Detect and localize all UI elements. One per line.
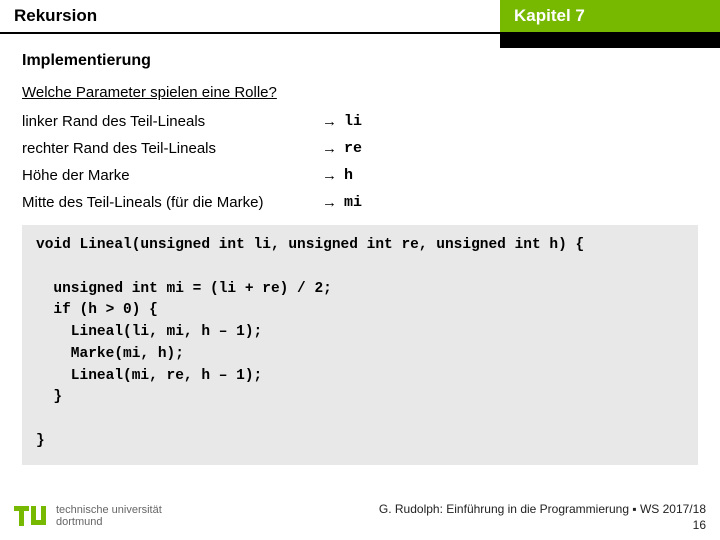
param-row: Mitte des Teil-Lineals (für die Marke) →… <box>22 194 698 211</box>
param-desc: rechter Rand des Teil-Lineals <box>22 140 322 157</box>
tu-logo-icon <box>14 502 48 532</box>
param-desc: linker Rand des Teil-Lineals <box>22 113 322 130</box>
param-desc: Mitte des Teil-Lineals (für die Marke) <box>22 194 322 211</box>
param-var: h <box>344 167 353 184</box>
param-desc: Höhe der Marke <box>22 167 322 184</box>
header-chapter: Kapitel 7 <box>500 0 720 34</box>
header: Rekursion Kapitel 7 <box>0 0 720 34</box>
header-accent-bar <box>500 34 720 48</box>
param-row: rechter Rand des Teil-Lineals → re <box>22 140 698 157</box>
code-block: void Lineal(unsigned int li, unsigned in… <box>22 225 698 465</box>
credit: G. Rudolph: Einführung in die Programmie… <box>379 501 706 533</box>
university-logo: technische universität dortmund <box>14 502 162 532</box>
slide: Rekursion Kapitel 7 Implementierung Welc… <box>0 0 720 540</box>
param-var: re <box>344 140 362 157</box>
credit-line: G. Rudolph: Einführung in die Programmie… <box>379 502 706 516</box>
question: Welche Parameter spielen eine Rolle? <box>22 84 698 101</box>
arrow-icon: → <box>322 140 344 157</box>
page-number: 16 <box>379 517 706 533</box>
param-row: linker Rand des Teil-Lineals → li <box>22 113 698 130</box>
content: Implementierung Welche Parameter spielen… <box>0 34 720 465</box>
logo-text: technische universität dortmund <box>56 505 162 528</box>
param-var: li <box>344 113 362 130</box>
arrow-icon: → <box>322 167 344 184</box>
param-var: mi <box>344 194 362 211</box>
param-row: Höhe der Marke → h <box>22 167 698 184</box>
header-topic: Rekursion <box>0 0 500 34</box>
section-title: Implementierung <box>22 52 698 70</box>
logo-text-line2: dortmund <box>56 517 162 529</box>
arrow-icon: → <box>322 113 344 130</box>
footer: technische universität dortmund G. Rudol… <box>0 494 720 540</box>
arrow-icon: → <box>322 194 344 211</box>
